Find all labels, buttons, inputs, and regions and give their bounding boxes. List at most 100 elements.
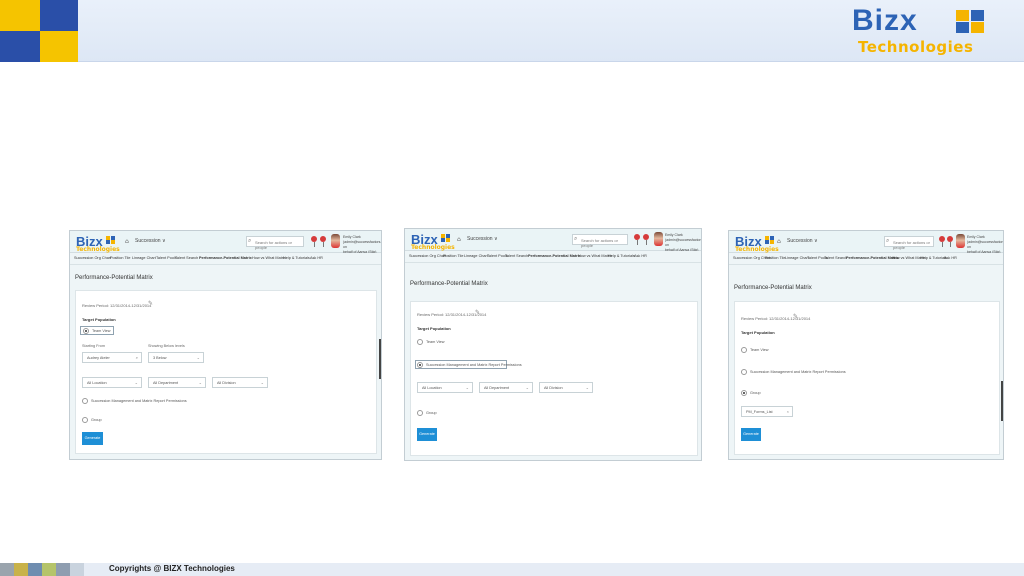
matrix-form-card: Review Period: 12/31/2014-12/31/2014 ✎ T… xyxy=(734,301,1000,455)
notification-icon[interactable] xyxy=(939,236,945,247)
team-view-radio[interactable] xyxy=(83,328,89,334)
page-title: Performance-Potential Matrix xyxy=(410,281,488,287)
team-view-label: Team View xyxy=(92,329,111,333)
scrollbar[interactable] xyxy=(379,339,381,379)
division-select[interactable]: All Division ⌄ xyxy=(212,377,268,388)
avatar[interactable] xyxy=(331,234,340,248)
succession-permissions-radio[interactable] xyxy=(741,369,747,375)
nav-help-tutorials[interactable]: Help & Tutorials xyxy=(920,256,947,260)
avatar[interactable] xyxy=(956,234,965,248)
page-title: Performance-Potential Matrix xyxy=(734,285,812,291)
edit-icon[interactable]: ✎ xyxy=(793,313,798,320)
notification-icon[interactable] xyxy=(320,236,326,247)
brand-grid-icon xyxy=(956,10,986,34)
succession-permissions-label: Succession Management and Matrix Report … xyxy=(750,370,846,374)
starting-from-label: Starting From xyxy=(82,344,105,348)
nav-how-vs-what-matrix[interactable]: How vs What Matrix xyxy=(578,254,612,258)
screenshot-team-view: Bizx Technologies ⌂ Succession ∨ ⌕ Search… xyxy=(69,230,382,460)
notification-icon[interactable] xyxy=(643,234,649,245)
edit-icon[interactable]: ✎ xyxy=(148,300,153,307)
app-logo: Bizx Technologies xyxy=(411,232,455,251)
avatar[interactable] xyxy=(654,232,663,246)
chevron-down-icon: ⌄ xyxy=(196,355,200,360)
generate-button[interactable]: Generate xyxy=(741,428,761,441)
home-icon[interactable]: ⌂ xyxy=(125,238,129,245)
nav-talent-pools[interactable]: Talent Pools xyxy=(156,256,177,260)
generate-button[interactable]: Generate xyxy=(417,428,437,441)
chevron-down-icon: ⌄ xyxy=(585,385,589,390)
generate-button[interactable]: Generate xyxy=(82,432,103,445)
module-selector[interactable]: Succession ∨ xyxy=(135,238,166,244)
search-input[interactable]: ⌕ Search for actions or people xyxy=(572,234,628,248)
corner-logo xyxy=(0,0,78,62)
edit-icon[interactable]: ✎ xyxy=(475,309,480,316)
home-icon[interactable]: ⌂ xyxy=(777,238,781,245)
nav-talent-search[interactable]: Talent Search xyxy=(175,256,198,260)
group-label: Group xyxy=(750,391,761,395)
search-input[interactable]: ⌕ Search for actions or people xyxy=(884,236,934,250)
nav-lineage-chart[interactable]: Lineage Chart xyxy=(132,256,156,260)
nav-how-vs-what-matrix[interactable]: How vs What Matrix xyxy=(252,256,286,260)
succession-permissions-radio[interactable] xyxy=(417,362,423,368)
main-nav: Succession Org Chart Position Tile Linea… xyxy=(405,251,701,263)
notification-icon[interactable] xyxy=(311,236,317,247)
chevron-down-icon: ⌄ xyxy=(525,385,529,390)
nav-succession-org-chart[interactable]: Succession Org Chart xyxy=(74,256,111,260)
group-radio[interactable] xyxy=(82,417,88,423)
nav-ask-hr[interactable]: Ask HR xyxy=(944,256,957,260)
matrix-form-card: Review Period: 12/31/2014-12/31/2014 ✎ T… xyxy=(75,290,377,454)
module-selector[interactable]: Succession ∨ xyxy=(467,236,498,242)
nav-performance-potential-matrix[interactable]: Performance-Potential Matrix xyxy=(199,256,252,260)
team-view-radio[interactable] xyxy=(417,339,423,345)
succession-permissions-radio[interactable] xyxy=(82,398,88,404)
brand-sub: Technologies xyxy=(858,38,974,56)
scrollbar[interactable] xyxy=(1001,381,1003,421)
app-topbar: Bizx Technologies ⌂ Succession ∨ ⌕ Search… xyxy=(729,231,1003,259)
review-period: Review Period: 12/31/2014-12/31/2014 xyxy=(82,303,152,308)
nav-ask-hr[interactable]: Ask HR xyxy=(634,254,647,258)
search-input[interactable]: ⌕ Search for actions or people xyxy=(246,236,304,250)
location-select[interactable]: All Location ⌄ xyxy=(417,382,473,393)
chevron-down-icon: ⌄ xyxy=(260,380,264,385)
nav-help-tutorials[interactable]: Help & Tutorials xyxy=(283,256,310,260)
nav-performance-potential-matrix[interactable]: Performance-Potential Matrix xyxy=(846,256,899,260)
screenshot-succession-permissions: Bizx Technologies ⌂ Succession ∨ ⌕ Search… xyxy=(404,228,702,461)
matrix-form-card: Review Period: 12/31/2014-12/31/2014 ✎ T… xyxy=(410,301,698,456)
home-icon[interactable]: ⌂ xyxy=(457,236,461,243)
target-population-label: Target Population xyxy=(741,330,775,335)
team-view-label: Team View xyxy=(426,340,445,344)
group-radio[interactable] xyxy=(741,390,747,396)
nav-talent-search[interactable]: Talent Search xyxy=(824,256,847,260)
department-select[interactable]: All Department ⌄ xyxy=(148,377,206,388)
screenshot-group: Bizx Technologies ⌂ Succession ∨ ⌕ Search… xyxy=(728,230,1004,460)
team-view-radio[interactable] xyxy=(741,347,747,353)
showing-below-label: Showing Below levels xyxy=(148,344,185,348)
clear-icon[interactable]: × xyxy=(787,409,789,414)
nav-position-tile[interactable]: Position Tile xyxy=(443,254,463,258)
nav-position-tile[interactable]: Position Tile xyxy=(110,256,130,260)
group-label: Group xyxy=(426,411,437,415)
module-selector[interactable]: Succession ∨ xyxy=(787,238,818,244)
nav-ask-hr[interactable]: Ask HR xyxy=(310,256,323,260)
nav-lineage-chart[interactable]: Lineage Chart xyxy=(785,256,809,260)
chevron-down-icon: ⌄ xyxy=(465,385,469,390)
notification-icon[interactable] xyxy=(634,234,640,245)
nav-talent-search[interactable]: Talent Search xyxy=(505,254,528,258)
division-select[interactable]: All Division ⌄ xyxy=(539,382,593,393)
app-topbar: Bizx Technologies ⌂ Succession ∨ ⌕ Search… xyxy=(405,229,701,257)
nav-lineage-chart[interactable]: Lineage Chart xyxy=(464,254,488,258)
group-select[interactable]: PM_Forms_List × xyxy=(741,406,793,417)
group-radio[interactable] xyxy=(417,410,423,416)
notification-icon[interactable] xyxy=(947,236,953,247)
target-population-label: Target Population xyxy=(82,317,116,322)
brand-logo: Bizx Technologies xyxy=(852,4,1002,58)
starting-from-input[interactable]: Audrey Ateler ⌕ xyxy=(82,352,142,363)
department-select[interactable]: All Department ⌄ xyxy=(479,382,533,393)
nav-succession-org-chart[interactable]: Succession Org Chart xyxy=(409,254,446,258)
nav-help-tutorials[interactable]: Help & Tutorials xyxy=(608,254,635,258)
main-nav: Succession Org Chart Position Tile Linea… xyxy=(729,253,1003,265)
location-select[interactable]: All Location ⌄ xyxy=(82,377,142,388)
nav-position-tile[interactable]: Position Tile xyxy=(765,256,785,260)
showing-below-select[interactable]: 3 Below ⌄ xyxy=(148,352,204,363)
nav-performance-potential-matrix[interactable]: Performance-Potential Matrix xyxy=(528,254,581,258)
